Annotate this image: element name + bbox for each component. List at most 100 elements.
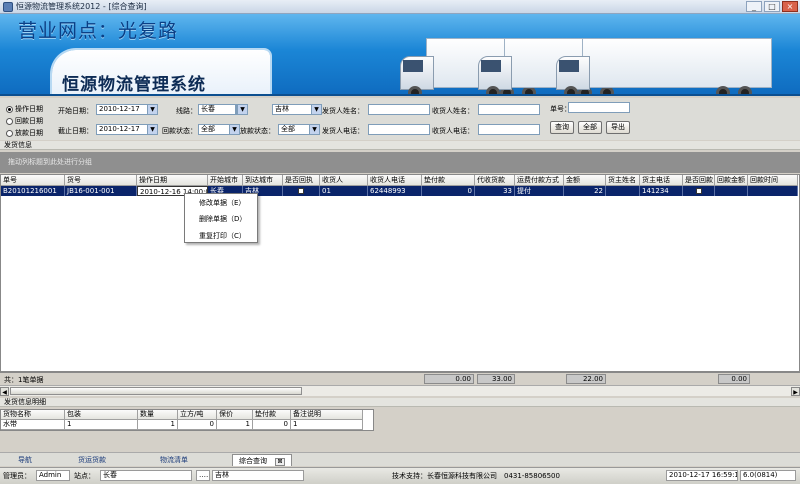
receiver-phone-label: 收货人电话： <box>432 127 474 135</box>
status-datetime: 2010-12-17 16:59:18 <box>666 470 738 481</box>
grid-horizontal-scrollbar[interactable]: ◀ ▶ <box>0 385 800 396</box>
date-mode-payback-radio[interactable]: 回款日期 <box>6 116 43 126</box>
end-date-picker[interactable]: 2010-12-17 ▼ <box>96 124 158 135</box>
cell-payback-time <box>748 186 798 196</box>
column-header-paid-back[interactable]: 是否回款 <box>683 175 715 186</box>
operator-value: Admin <box>36 470 70 481</box>
column-header-receiver-phone[interactable]: 收货人电话 <box>368 175 422 186</box>
table-row[interactable]: B20101216001 JB16-001-001 2010-12-16 14:… <box>1 186 798 196</box>
column-header-owner-phone[interactable]: 货主电话 <box>640 175 683 186</box>
detail-col-volume[interactable]: 立方/吨 <box>178 410 217 420</box>
advance-total: 0.00 <box>424 374 474 384</box>
end-date-label: 截止日期： <box>58 127 93 135</box>
query-button[interactable]: 查询 <box>550 121 574 134</box>
cell-receipt[interactable] <box>283 186 320 196</box>
menu-item-edit[interactable]: 修改单据（E） <box>199 198 245 208</box>
status-bar: 管理员： Admin 站点： 长春 …… 吉林 技术支持：长春恒源科技有限公司 … <box>0 467 800 484</box>
sender-phone-input[interactable] <box>368 124 430 135</box>
scrollbar-thumb[interactable] <box>10 387 302 395</box>
collect-total: 33.00 <box>477 374 515 384</box>
payback-status-select[interactable]: 全部 ▼ <box>198 124 240 135</box>
detail-col-qty[interactable]: 数量 <box>138 410 178 420</box>
column-header-amount[interactable]: 金额 <box>564 175 606 186</box>
header-banner: 营业网点：光复路 恒源物流管理系统 <box>0 14 800 96</box>
receipt-checkbox[interactable] <box>298 188 304 194</box>
column-header-goods-no[interactable]: 货号 <box>65 175 137 186</box>
tab-freight-payment[interactable]: 货运货款 <box>78 454 106 466</box>
column-header-owner-name[interactable]: 货主姓名 <box>606 175 640 186</box>
route-label: 线路： <box>176 107 197 115</box>
sender-name-input[interactable] <box>368 104 430 115</box>
detail-section-title: 发货信息明细 <box>0 398 800 407</box>
station-label: 站点： <box>74 472 95 480</box>
chevron-down-icon: ▼ <box>237 105 247 114</box>
radio-dot <box>6 105 13 113</box>
cell-advance: 0 <box>422 186 475 196</box>
column-header-payback-amount[interactable]: 回款金额 <box>715 175 748 186</box>
receiver-phone-input[interactable] <box>478 124 540 135</box>
sender-phone-label: 发货人电话： <box>322 127 364 135</box>
detail-col-name[interactable]: 货物名称 <box>1 410 65 420</box>
column-header-waybill[interactable]: 单号 <box>1 175 65 186</box>
chevron-down-icon: ▼ <box>147 105 157 114</box>
cell-pay-method: 提付 <box>515 186 564 196</box>
title-bar: 恒源物流管理系统2012 - [综合查询] _ □ × <box>0 0 800 14</box>
detail-col-advance[interactable]: 垫付款 <box>253 410 291 420</box>
cell-collect: 33 <box>475 186 515 196</box>
tab-combined-query[interactable]: 综合查询 ⊠ <box>232 454 292 466</box>
route-from-dropdown[interactable]: ▼ <box>236 104 248 115</box>
column-header-pay-method[interactable]: 运费付款方式 <box>515 175 564 186</box>
route-from-select[interactable]: 长春 <box>198 104 236 115</box>
detail-cell-qty: 1 <box>138 420 178 430</box>
release-status-label: 放款状态： <box>240 127 275 135</box>
paid-back-checkbox[interactable] <box>695 188 702 194</box>
column-header-from-city[interactable]: 开始城市 <box>208 175 243 186</box>
dest-value: 吉林 <box>212 470 304 481</box>
detail-col-pack[interactable]: 包装 <box>65 410 138 420</box>
app-icon <box>3 1 13 12</box>
chevron-down-icon: ▼ <box>309 125 319 134</box>
maximize-button[interactable]: □ <box>764 1 780 12</box>
start-date-picker[interactable]: 2010-12-17 ▼ <box>96 104 158 115</box>
detail-cell-volume: 0 <box>178 420 217 430</box>
menu-item-reprint[interactable]: 重复打印（C） <box>199 231 246 241</box>
app-version: 6.0(0814) <box>740 470 796 481</box>
filter-panel: 操作日期 回款日期 放款日期 开始日期： 2010-12-17 ▼ 截止日期： 2… <box>0 98 800 140</box>
column-header-receiver[interactable]: 收货人 <box>320 175 368 186</box>
start-date-label: 开始日期： <box>58 107 93 115</box>
branch-name: 营业网点：光复路 <box>18 20 179 42</box>
scroll-right-icon[interactable]: ▶ <box>791 387 800 396</box>
release-status-select[interactable]: 全部 ▼ <box>278 124 320 135</box>
column-header-to-city[interactable]: 到达城市 <box>243 175 283 186</box>
show-all-button[interactable]: 全部 <box>578 121 602 134</box>
minimize-button[interactable]: _ <box>746 1 762 12</box>
module-tabs: 导航 货运货款 物流清单 综合查询 ⊠ <box>0 452 800 466</box>
detail-col-insured[interactable]: 保价 <box>217 410 253 420</box>
scroll-left-icon[interactable]: ◀ <box>0 387 9 396</box>
column-header-payback-time[interactable]: 回款时间 <box>748 175 798 186</box>
column-header-op-date[interactable]: 操作日期 <box>137 175 208 186</box>
payback-total: 0.00 <box>718 374 750 384</box>
detail-cell-advance: 0 <box>253 420 291 430</box>
column-header-receipt[interactable]: 是否回执 <box>283 175 320 186</box>
export-button[interactable]: 导出 <box>606 121 630 134</box>
detail-row[interactable]: 水带 1 1 0 1 0 1 <box>1 420 363 430</box>
column-header-advance[interactable]: 垫付款 <box>422 175 475 186</box>
tab-navigation[interactable]: 导航 <box>18 454 32 466</box>
column-header-collect[interactable]: 代收货款 <box>475 175 515 186</box>
date-mode-release-radio[interactable]: 放款日期 <box>6 128 43 138</box>
date-mode-operation-radio[interactable]: 操作日期 <box>6 104 43 114</box>
waybill-input[interactable] <box>568 102 630 113</box>
support-info: 技术支持：长春恒源科技有限公司 0431-85806500 <box>392 472 560 480</box>
record-count: 共：1笔单据 <box>4 376 44 384</box>
close-button[interactable]: × <box>782 1 798 12</box>
grid-header: 单号 货号 操作日期 开始城市 到达城市 是否回执 收货人 收货人电话 垫付款 … <box>1 175 798 186</box>
receiver-name-input[interactable] <box>478 104 540 115</box>
cell-paid-back[interactable] <box>683 186 715 196</box>
menu-item-delete[interactable]: 删除单据（D） <box>199 214 246 224</box>
route-dest-select[interactable]: 吉林 ▼ <box>272 104 322 115</box>
detail-col-note[interactable]: 备注说明 <box>291 410 363 420</box>
tab-logistics-list[interactable]: 物流清单 <box>160 454 188 466</box>
close-tab-icon[interactable]: ⊠ <box>275 458 285 466</box>
group-by-panel[interactable]: 拖动列标题到此处进行分组 <box>0 152 800 173</box>
